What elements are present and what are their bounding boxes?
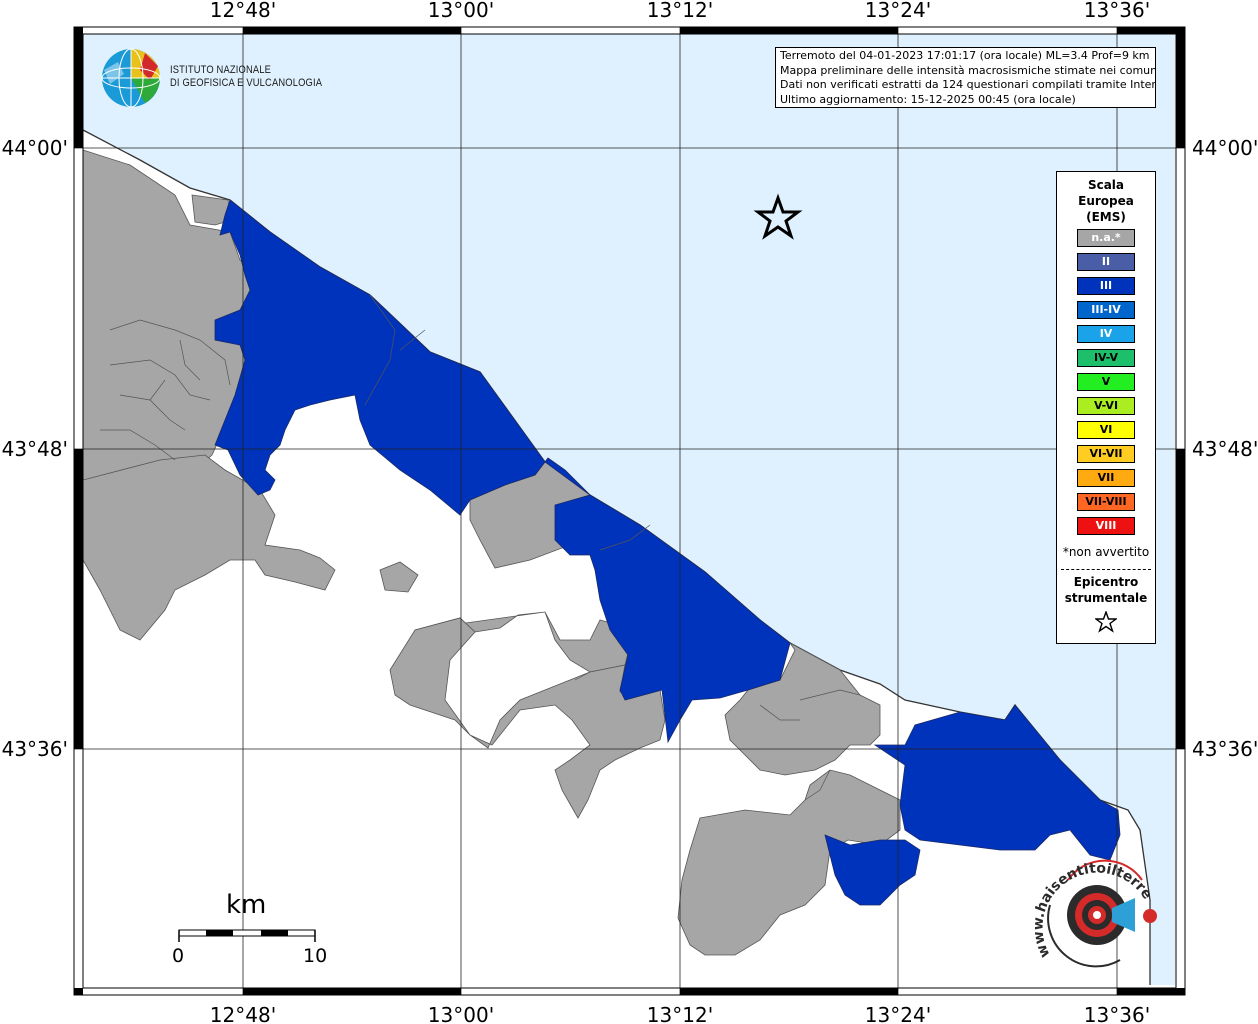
lat-label-left-3: 43°36' (2, 737, 68, 761)
event-info-line-1: Terremoto del 04-01-2023 17:01:17 (ora l… (780, 49, 1150, 62)
lon-label-bottom-4: 13°24' (865, 1003, 931, 1024)
longitude-labels-top: 12°48' 13°00' 13°12' 13°24' 13°36' (210, 0, 1150, 22)
longitude-labels-bottom: 12°48' 13°00' 13°12' 13°24' 13°36' (210, 1003, 1150, 1024)
legend-epicenter-line-2: strumentale (1064, 591, 1148, 605)
lon-label-top-5: 13°36' (1084, 0, 1150, 22)
event-info-line-4: Ultimo aggiornamento: 15-12-2025 00:45 (… (780, 92, 1076, 106)
latitude-labels-right: 44°00' 43°48' 43°36' (1192, 136, 1258, 761)
legend-swatch: IV (1077, 325, 1135, 343)
lat-label-left-2: 43°48' (2, 437, 68, 461)
event-info-line-3: Dati non verificati estratti da 124 ques… (780, 78, 1156, 91)
legend-swatch: VI (1077, 421, 1135, 439)
legend-swatch: VI-VII (1077, 445, 1135, 463)
lon-label-bottom-5: 13°36' (1084, 1003, 1150, 1024)
lat-label-right-2: 43°48' (1192, 437, 1258, 461)
legend-note: *non avvertito (1062, 545, 1150, 559)
legend-swatch: III (1077, 277, 1135, 295)
legend-swatch: V (1077, 373, 1135, 391)
lon-label-top-1: 12°48' (210, 0, 276, 22)
legend-title-line-1: Scala (1087, 178, 1125, 192)
scale-max-label: 10 (303, 945, 328, 967)
lat-label-right-1: 44°00' (1192, 136, 1258, 160)
event-info-line-2: Mappa preliminare delle intensità macros… (780, 63, 1156, 77)
svg-text:www.haisentitoilterremoto.it: www.haisentitoilterremoto.it (1035, 860, 1155, 960)
legend-title: Scala Europea (EMS) (1057, 177, 1155, 225)
lon-label-top-4: 13°24' (865, 0, 931, 22)
legend-swatch: II (1077, 253, 1135, 271)
legend-title-line-3: (EMS) (1086, 210, 1126, 224)
ingv-logo-line-2: DI GEOFISICA E VULCANOLOGIA (170, 77, 323, 89)
legend-swatch: III-IV (1077, 301, 1135, 319)
legend-epicenter-line-1: Epicentro (1073, 575, 1139, 589)
legend-star-icon (1095, 611, 1117, 633)
legend-title-line-2: Europea (1078, 194, 1134, 208)
event-info-box: Terremoto del 04-01-2023 17:01:17 (ora l… (775, 47, 1156, 108)
ingv-globe-icon (101, 48, 161, 108)
scale-min-label: 0 (172, 945, 185, 967)
scale-unit-label: km (226, 890, 267, 920)
lon-label-top-2: 13°00' (428, 0, 494, 22)
legend-swatch: n.a.* (1077, 229, 1135, 247)
lat-label-right-3: 43°36' (1192, 737, 1258, 761)
legend-swatch: IV-V (1077, 349, 1135, 367)
ingv-logo-line-1: ISTITUTO NAZIONALE (170, 64, 272, 76)
legend-epicenter-label: Epicentro strumentale (1057, 574, 1155, 606)
lon-label-bottom-3: 13°12' (647, 1003, 713, 1024)
ems-legend: Scala Europea (EMS) n.a.* II III III-IV IV IV… (1056, 171, 1156, 644)
lat-label-left-1: 44°00' (2, 136, 68, 160)
lon-label-bottom-2: 13°00' (428, 1003, 494, 1024)
lon-label-bottom-1: 12°48' (210, 1003, 276, 1024)
lon-label-top-3: 13°12' (647, 0, 713, 22)
legend-swatch: V-VI (1077, 397, 1135, 415)
watermark-text: www.haisentitoilterremoto.it (1035, 860, 1155, 960)
legend-swatch: VII-VIII (1077, 493, 1135, 511)
legend-swatch: VIII (1077, 517, 1135, 535)
legend-swatch: VII (1077, 469, 1135, 487)
legend-separator (1061, 569, 1151, 570)
ingv-logo-text: ISTITUTO NAZIONALE DI GEOFISICA E VULCAN… (170, 64, 322, 90)
latitude-labels-left: 44°00' 43°48' 43°36' (2, 136, 68, 761)
watermark-text-svg: www.haisentitoilterremoto.it (1035, 860, 1155, 960)
